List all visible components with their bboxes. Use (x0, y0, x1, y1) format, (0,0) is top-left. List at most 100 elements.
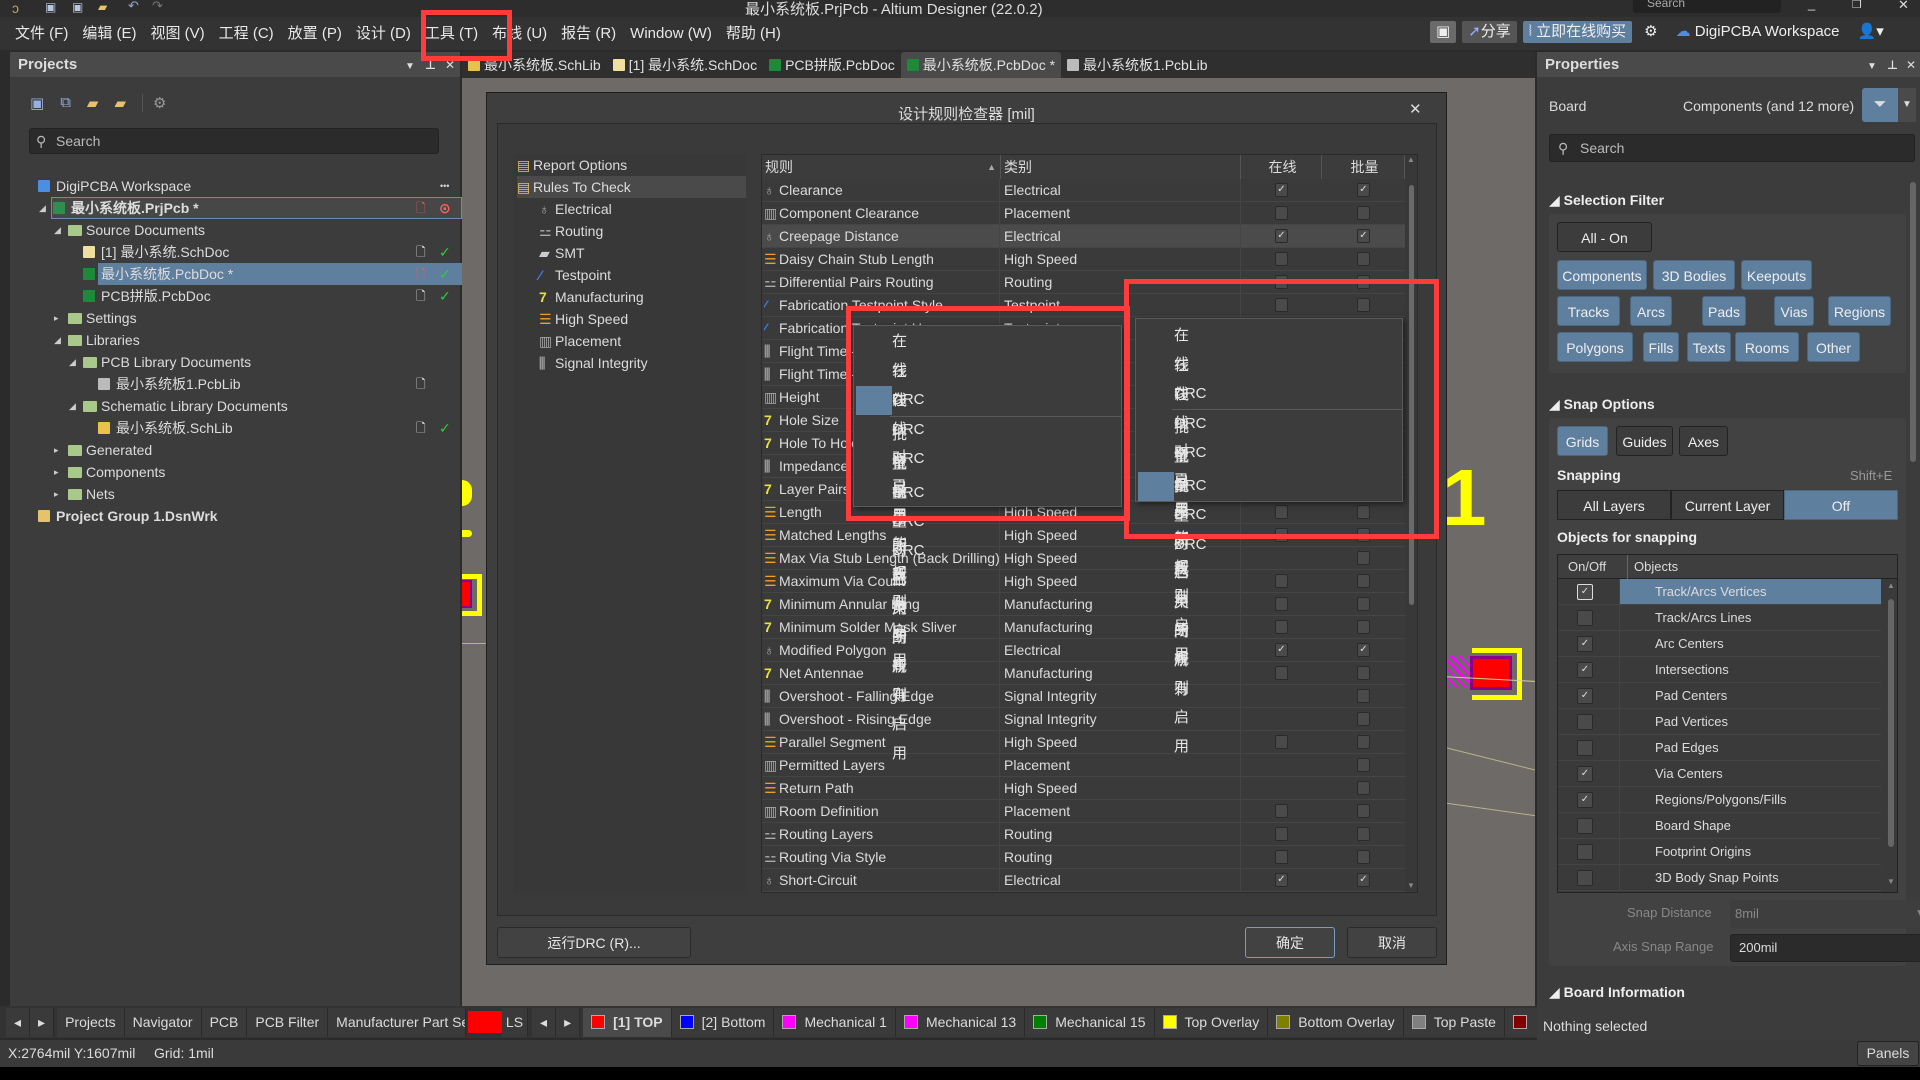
rule-row[interactable]: ☰ Return Path High Speed (762, 777, 1405, 800)
board-information-title[interactable]: ◢ Board Information (1549, 984, 1685, 1001)
current-layer-swatch[interactable] (468, 1011, 502, 1033)
scrollbar-thumb[interactable] (1409, 185, 1414, 605)
close-panel-icon[interactable]: ✕ (1906, 53, 1916, 78)
online-checkbox[interactable] (1275, 574, 1288, 588)
menu-item[interactable]: 设计 (D) (349, 17, 418, 50)
online-checkbox[interactable]: ✓ (1275, 183, 1288, 197)
properties-search-input[interactable]: ⚲ Search (1549, 134, 1915, 162)
menu-item[interactable]: 视图 (V) (144, 17, 212, 50)
document-tab[interactable]: 最小系统板.PcbDoc * (900, 52, 1062, 78)
filter-toggle-button[interactable]: Rooms (1735, 332, 1799, 362)
panel-menu-icon[interactable]: ▼ (1867, 54, 1877, 79)
snap-options-title[interactable]: ◢ Snap Options (1549, 396, 1655, 413)
more-options-icon[interactable]: ••• (440, 175, 449, 197)
panel-tab[interactable]: PCB Filter (247, 1007, 329, 1037)
column-header-category[interactable]: 类别 (1001, 155, 1241, 179)
snap-object-row[interactable]: Track/Arcs Lines (1558, 605, 1881, 631)
batch-checkbox[interactable]: ✓ (1357, 183, 1370, 197)
share-button[interactable]: ➚分享 (1462, 21, 1517, 43)
rule-row[interactable]: ⫼ Overshoot - Rising Edge Signal Integrity (762, 708, 1405, 731)
layer-tab[interactable]: Top Overlay (1154, 1007, 1269, 1037)
menu-item[interactable]: 报告 (R) (554, 17, 623, 50)
document-tab[interactable]: PCB拼版.PcbDoc (763, 52, 901, 78)
rule-row[interactable]: ⫼ Overshoot - Falling Edge Signal Integrit… (762, 685, 1405, 708)
batch-checkbox[interactable]: ✓ (1357, 873, 1370, 887)
snap-object-row[interactable]: ✓ Via Centers (1558, 761, 1881, 787)
context-menu-item[interactable]: 在线DRC - 关闭所有 (1138, 380, 1207, 606)
online-checkbox[interactable] (1275, 528, 1288, 542)
context-menu-item[interactable]: 在线DRC - 对已用的规则启用 (1138, 321, 1207, 663)
batch-checkbox[interactable] (1357, 712, 1370, 726)
panel-tabs-next-icon[interactable]: ▸ (30, 1007, 55, 1037)
panels-button[interactable]: Panels (1857, 1041, 1919, 1066)
snap-object-checkbox[interactable]: ✓ (1577, 584, 1593, 600)
user-account-icon[interactable]: 👤▾ (1852, 21, 1890, 43)
context-menu-item[interactable]: 批量DRC - 对已用的规则启用 (856, 420, 925, 762)
snap-object-row[interactable]: ✓ Pad Centers (1558, 683, 1881, 709)
context-menu-item[interactable]: 在线DRC - 启用所有 (1138, 351, 1207, 577)
project-tree-item[interactable]: ◢ 最小系统板.PrjPcb * 🗋 ⊙ (20, 197, 462, 219)
context-menu-item[interactable]: 批量DRC - 对已用的规则启用 (1138, 413, 1207, 755)
batch-checkbox[interactable] (1357, 597, 1370, 611)
snap-object-row[interactable]: ✓ Arc Centers (1558, 631, 1881, 657)
rule-row[interactable]: ♁ Clearance Electrical ✓ ✓ (762, 179, 1405, 202)
snap-object-checkbox[interactable] (1577, 844, 1593, 860)
snap-object-checkbox[interactable] (1577, 870, 1593, 886)
column-header-batch[interactable]: 批量 (1322, 155, 1405, 179)
rule-row[interactable]: ⚍ Differential Pairs Routing Routing (762, 271, 1405, 294)
run-drc-button[interactable]: 运行DRC (R)... (497, 927, 691, 958)
batch-checkbox[interactable] (1357, 505, 1370, 519)
snapping-option[interactable]: Current Layer (1671, 490, 1784, 520)
snap-object-checkbox[interactable]: ✓ (1577, 636, 1593, 652)
filter-toggle-button[interactable]: Keepouts (1741, 260, 1812, 290)
scroll-down-icon[interactable]: ▼ (1887, 877, 1895, 886)
panel-tab[interactable]: Projects (57, 1007, 125, 1037)
minimize-icon[interactable]: _ (1808, 0, 1815, 11)
batch-checkbox[interactable] (1357, 781, 1370, 795)
properties-scrollbar[interactable] (1910, 182, 1916, 462)
filter-toggle-button[interactable]: Components (1557, 260, 1647, 290)
selection-filter-title[interactable]: ◢ Selection Filter (1549, 192, 1664, 209)
project-options-icon[interactable]: ▰ (114, 94, 126, 112)
project-tree-item[interactable]: Project Group 1.DsnWrk (20, 505, 462, 527)
buy-online-button[interactable]: ⦚ 立即在线购买 (1522, 21, 1633, 43)
panel-menu-icon[interactable]: ▼ (405, 54, 415, 79)
batch-checkbox[interactable] (1357, 574, 1370, 588)
rules-tree-item[interactable]: 7 Manufacturing (539, 286, 644, 308)
filter-toggle-button[interactable]: Tracks (1557, 296, 1620, 326)
context-menu-item[interactable]: 在线DRC - 对已用的规则启用 (856, 327, 925, 669)
snap-object-row[interactable]: Pad Edges (1558, 735, 1881, 761)
notifications-icon[interactable]: ▣ (1430, 21, 1457, 43)
rules-tree-item[interactable]: ▥ Placement (539, 330, 621, 352)
document-tab[interactable]: 最小系统板.SchLib (462, 52, 607, 78)
column-header-rule[interactable]: 规则 ▲ (762, 155, 1001, 179)
project-tree-item[interactable]: ▸ Components (20, 461, 462, 483)
collapsed-arrow-icon[interactable]: ▸ (54, 439, 59, 461)
axis-snap-range-input[interactable]: 200mil (1730, 934, 1920, 962)
batch-checkbox[interactable] (1357, 827, 1370, 841)
menu-item[interactable]: 文件 (F) (8, 17, 75, 50)
online-checkbox[interactable] (1275, 298, 1288, 312)
layer-tab[interactable]: Mechanical 1 (774, 1007, 896, 1037)
batch-checkbox[interactable] (1357, 551, 1370, 565)
objects-scrollbar[interactable]: ▲ ▼ (1885, 579, 1897, 892)
snap-object-row[interactable]: Pad Vertices (1558, 709, 1881, 735)
batch-checkbox[interactable] (1357, 620, 1370, 634)
collapsed-arrow-icon[interactable]: ▸ (54, 483, 59, 505)
rules-tree-item[interactable]: ⁄ Testpoint (539, 264, 611, 286)
save-all-icon[interactable]: ▣ (72, 0, 83, 14)
column-header-online[interactable]: 在线 (1241, 155, 1322, 179)
snap-object-row[interactable]: ✓ Intersections (1558, 657, 1881, 683)
batch-checkbox[interactable] (1357, 298, 1370, 312)
project-tree-item[interactable]: ◢ Libraries (20, 329, 462, 351)
rule-row[interactable]: ☰ Parallel Segment High Speed (762, 731, 1405, 754)
project-tree-item[interactable]: 最小系统板.PcbDoc * 🗋 ✓ (20, 263, 462, 285)
online-checkbox[interactable] (1275, 275, 1288, 289)
snap-object-checkbox[interactable] (1577, 610, 1593, 626)
layer-tabs-prev-icon[interactable]: ◂ (532, 1007, 557, 1037)
pin-icon[interactable]: ⊥ (1887, 53, 1898, 78)
online-checkbox[interactable] (1275, 666, 1288, 680)
snap-object-checkbox[interactable]: ✓ (1577, 766, 1593, 782)
rule-row[interactable]: ⚍ Routing Layers Routing (762, 823, 1405, 846)
batch-checkbox[interactable] (1357, 528, 1370, 542)
